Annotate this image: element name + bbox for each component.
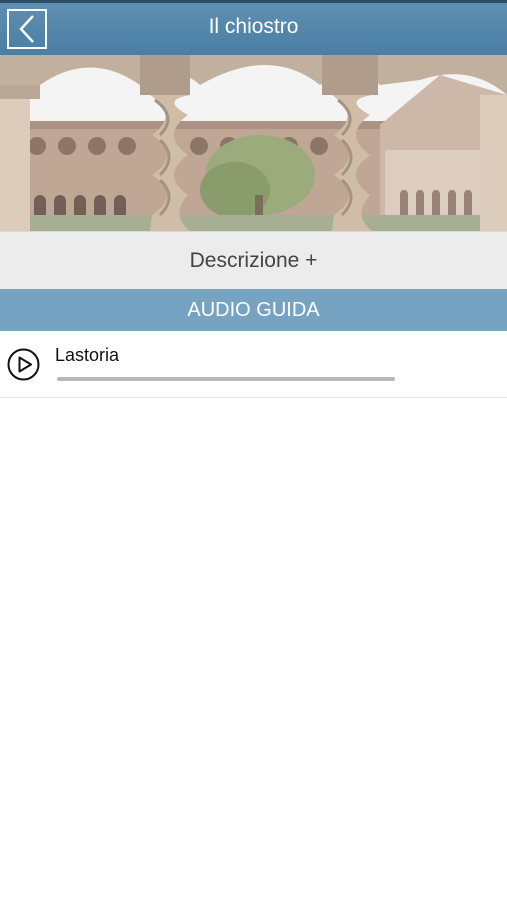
track-progress-bar[interactable]: [57, 377, 395, 381]
play-icon: [7, 348, 40, 381]
audio-track-row: Lastoria: [0, 331, 507, 398]
screen: Il chiostro Descrizione + AUDIO GUIDA La…: [0, 0, 507, 900]
cloister-photo: [0, 55, 507, 231]
description-toggle[interactable]: Descrizione +: [0, 231, 507, 289]
audio-guide-label: AUDIO GUIDA: [187, 298, 320, 321]
audio-guide-header: AUDIO GUIDA: [0, 289, 507, 331]
track-title: Lastoria: [55, 345, 120, 365]
play-button[interactable]: [7, 348, 40, 381]
page-title: Il chiostro: [208, 15, 299, 38]
hero-image: [0, 55, 507, 231]
description-label: Descrizione +: [189, 248, 318, 272]
top-bar: Il chiostro: [0, 0, 507, 55]
